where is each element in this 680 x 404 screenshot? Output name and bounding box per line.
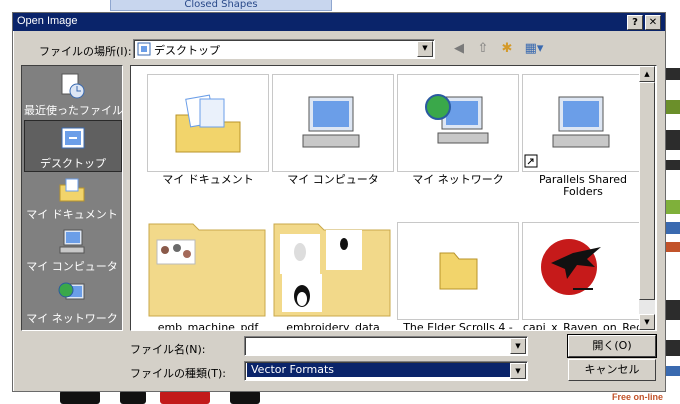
place-label: マイ ドキュメント	[26, 208, 118, 221]
filename-field[interactable]: ▼	[244, 336, 528, 356]
background-ink-mark	[60, 390, 100, 404]
list-item[interactable]: embroidery_data	[272, 222, 394, 331]
dialog-titlebar[interactable]: Open Image ? ✕	[13, 13, 665, 31]
chevron-down-icon[interactable]: ▼	[510, 338, 526, 354]
look-in-label: ファイルの場所(I):	[39, 45, 132, 58]
open-button[interactable]: 開く(O)	[567, 334, 657, 358]
list-item[interactable]: The Elder Scrolls 4 -	[397, 222, 519, 331]
file-list[interactable]: マイ ドキュメント マイ コンピュータ マイ ネットワーク Parallels …	[130, 65, 657, 331]
raven-image-icon	[541, 239, 601, 295]
list-item[interactable]: マイ ドキュメント	[147, 74, 269, 192]
my-computer-icon	[302, 96, 360, 148]
file-name: capi_x_Raven_on_Red	[522, 322, 644, 331]
place-my-documents[interactable]: マイ ドキュメント	[24, 172, 120, 222]
background-ink-mark	[160, 390, 210, 404]
list-item[interactable]: Parallels Shared Folders	[522, 74, 644, 198]
place-recent-files[interactable]: 最近使ったファイル	[24, 68, 123, 118]
shortcut-computer-icon	[524, 96, 610, 168]
file-name: マイ ネットワーク	[412, 174, 504, 186]
place-label: 最近使ったファイル	[24, 104, 123, 117]
place-my-computer[interactable]: マイ コンピュータ	[24, 224, 120, 274]
list-item[interactable]: capi_x_Raven_on_Red	[522, 222, 644, 331]
look-in-combo[interactable]: デスクトップ ▼	[133, 39, 435, 59]
place-label: マイ ネットワーク	[26, 312, 118, 325]
view-menu-icon[interactable]: ▦▾	[521, 41, 547, 57]
up-folder-icon[interactable]: ⇧	[475, 41, 491, 57]
place-desktop[interactable]: デスクトップ	[24, 120, 122, 172]
my-network-icon	[58, 282, 85, 300]
back-icon[interactable]: ◀	[451, 41, 467, 57]
place-my-network[interactable]: マイ ネットワーク	[24, 276, 120, 326]
my-documents-icon	[175, 94, 241, 153]
open-image-dialog: Open Image ? ✕ ファイルの場所(I): デスクトップ ▼ ◀ ⇧ …	[12, 12, 666, 392]
background-tab: Closed Shapes	[110, 0, 332, 11]
filetype-label: ファイルの種類(T):	[130, 367, 227, 380]
help-button[interactable]: ?	[627, 15, 643, 30]
look-in-value: デスクトップ	[154, 44, 220, 57]
my-computer-icon	[59, 229, 85, 254]
file-name: The Elder Scrolls 4 -	[403, 322, 513, 331]
new-folder-icon[interactable]: ✱	[499, 41, 515, 57]
filetype-value: Vector Formats	[247, 363, 513, 377]
place-label: マイ コンピュータ	[26, 260, 118, 273]
my-network-icon	[425, 94, 489, 144]
list-item[interactable]: マイ ネットワーク	[397, 74, 519, 192]
background-ink-mark	[230, 390, 260, 404]
background-free-text: Free on-line	[612, 392, 664, 402]
dialog-title: Open Image	[17, 15, 78, 27]
chevron-down-icon[interactable]: ▼	[510, 363, 526, 379]
file-name: マイ ドキュメント	[162, 174, 254, 186]
folder-thumbnail-icon	[273, 223, 391, 317]
list-item[interactable]: マイ コンピュータ	[272, 74, 394, 192]
places-bar: 最近使ったファイル デスクトップ マイ ドキュメント マイ コンピュータ マイ …	[21, 65, 123, 331]
desktop-icon	[61, 127, 85, 149]
filename-label: ファイル名(N):	[130, 343, 206, 356]
scroll-thumb[interactable]	[639, 82, 655, 300]
file-name: embroidery_data	[286, 322, 380, 331]
folder-thumbnail-icon	[148, 223, 266, 317]
file-name: emb_machine_pdf	[157, 322, 259, 331]
background-right-strip	[664, 10, 680, 404]
folder-icon	[439, 252, 478, 290]
background-ink-mark	[120, 390, 146, 404]
file-name: Parallels Shared Folders	[538, 174, 628, 198]
list-item[interactable]: emb_machine_pdf	[147, 222, 269, 331]
desktop-icon	[137, 42, 151, 56]
vertical-scrollbar[interactable]: ▲ ▼	[639, 66, 655, 330]
file-name: マイ コンピュータ	[287, 174, 379, 186]
place-label: デスクトップ	[40, 157, 106, 170]
chevron-down-icon[interactable]: ▼	[417, 41, 433, 57]
background-bottom-strip	[0, 390, 680, 404]
scroll-down-icon[interactable]: ▼	[639, 314, 655, 330]
recent-files-icon	[61, 73, 85, 99]
scroll-up-icon[interactable]: ▲	[639, 66, 655, 82]
filetype-select[interactable]: Vector Formats ▼	[244, 361, 528, 381]
cancel-button[interactable]: キャンセル	[568, 359, 656, 381]
close-button[interactable]: ✕	[645, 15, 661, 30]
my-documents-icon	[59, 178, 85, 202]
